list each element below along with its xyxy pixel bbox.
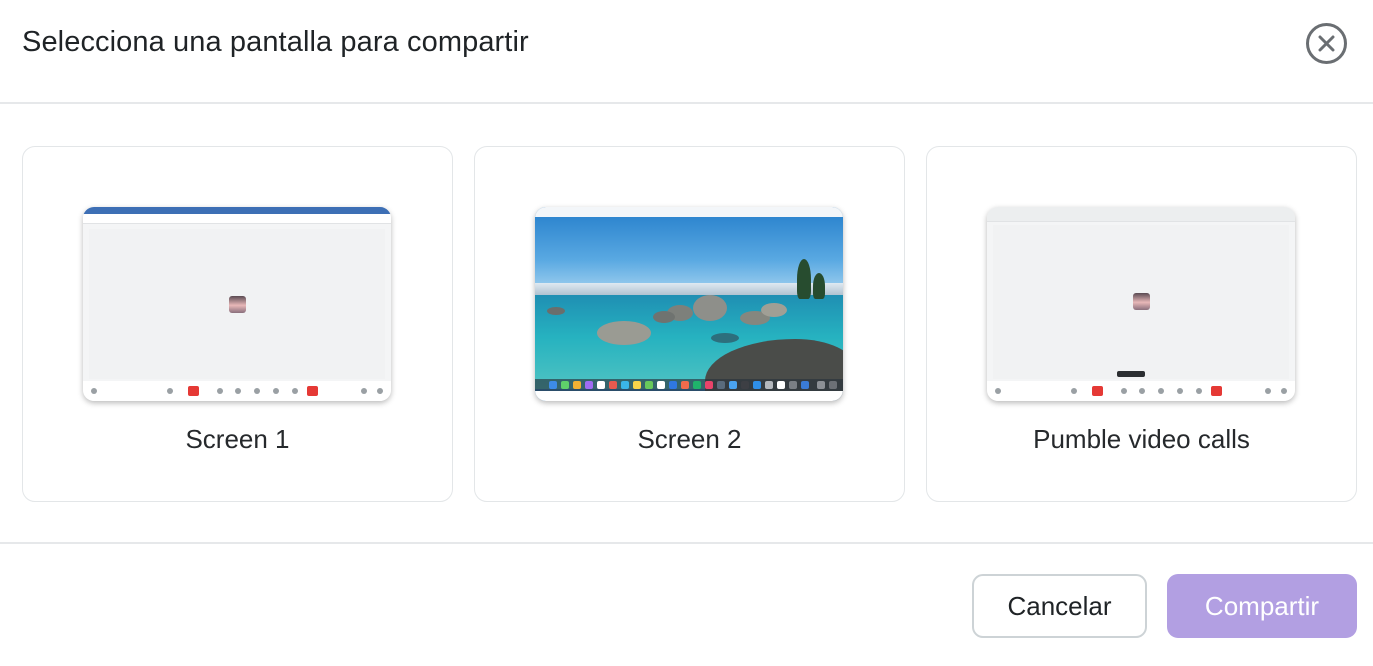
source-label: Pumble video calls bbox=[1033, 424, 1250, 454]
cancel-button[interactable]: Cancelar bbox=[972, 574, 1147, 638]
source-card-pumble-video-calls[interactable]: Pumble video calls bbox=[926, 146, 1357, 502]
thumbnail-dock bbox=[535, 379, 843, 391]
participant-avatar bbox=[1133, 293, 1150, 310]
thumbnail-titlebar bbox=[987, 207, 1295, 222]
close-button[interactable] bbox=[1306, 23, 1347, 64]
thumbnail-tooltip bbox=[1117, 371, 1145, 377]
dialog-header: Selecciona una pantalla para compartir bbox=[0, 0, 1373, 104]
share-button[interactable]: Compartir bbox=[1167, 574, 1357, 638]
source-label: Screen 2 bbox=[637, 424, 742, 454]
source-card-screen-1[interactable]: Screen 1 bbox=[22, 146, 453, 502]
screen-2-thumbnail bbox=[535, 207, 843, 401]
source-label: Screen 1 bbox=[185, 424, 290, 454]
pumble-video-calls-thumbnail bbox=[987, 207, 1295, 401]
thumbnail-menubar bbox=[83, 207, 391, 214]
share-screen-dialog: Selecciona una pantalla para compartir S… bbox=[0, 0, 1373, 666]
thumbnail-toolbar bbox=[83, 381, 391, 401]
thumbnail-toolbar bbox=[987, 381, 1295, 401]
thumbnail-call-area bbox=[89, 229, 385, 379]
thumbnail-titlebar bbox=[83, 214, 391, 224]
source-card-screen-2[interactable]: Screen 2 bbox=[474, 146, 905, 502]
thumbnail-call-area bbox=[993, 225, 1289, 379]
screen-1-thumbnail bbox=[83, 207, 391, 401]
close-icon bbox=[1318, 35, 1335, 52]
footer-divider bbox=[0, 542, 1373, 544]
thumbnail-menubar bbox=[535, 207, 843, 217]
dialog-title: Selecciona una pantalla para compartir bbox=[22, 26, 529, 58]
participant-avatar bbox=[229, 296, 246, 313]
